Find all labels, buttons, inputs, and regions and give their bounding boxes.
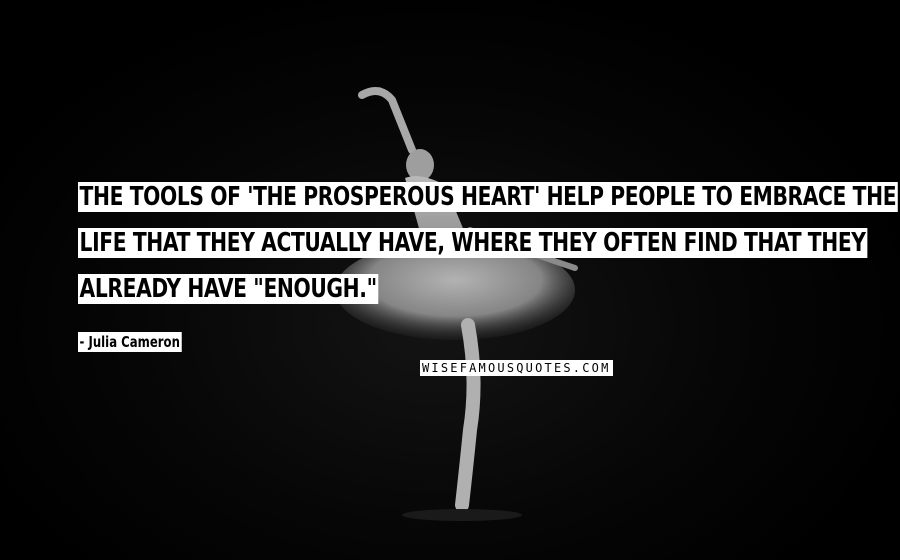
quote-card: The tools of 'The Prosperous Heart' help… [0,0,900,560]
quote-line-1: The tools of 'The Prosperous Heart' help… [78,182,898,212]
site-watermark: WISEFAMOUSQUOTES.COM [420,360,613,376]
quote-author: - Julia Cameron [78,332,182,352]
quote-line-2: life that they actually have, where they… [78,228,868,258]
quote-line-3: already have "enough." [78,274,379,304]
